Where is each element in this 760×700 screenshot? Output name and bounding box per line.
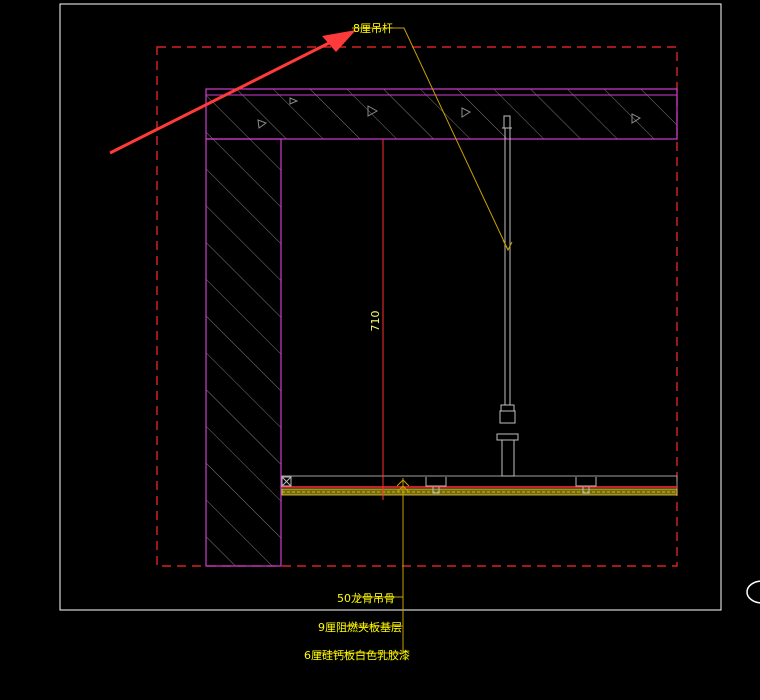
label-gypsum-board: 6厘硅钙板白色乳胶漆 bbox=[304, 648, 410, 662]
hanger-rod bbox=[496, 115, 519, 477]
cursor-marker bbox=[746, 580, 760, 604]
label-hanger-rod: 8厘吊杆 bbox=[353, 21, 393, 35]
concrete-wall bbox=[205, 138, 282, 567]
label-plywood-base: 9厘阻燃夹板基层 bbox=[318, 620, 402, 634]
concrete-slab bbox=[205, 88, 678, 140]
ceiling-board-layers bbox=[281, 475, 678, 496]
height-dimension: 710 bbox=[369, 139, 384, 500]
cad-viewport[interactable]: 710 8厘吊杆 50龙骨吊骨 9厘阻燃夹板基层 6厘硅钙板白色乳胶漆 bbox=[0, 0, 760, 696]
label-keel: 50龙骨吊骨 bbox=[337, 592, 395, 605]
ceiling-section-drawing: 710 8厘吊杆 50龙骨吊骨 9厘阻燃夹板基层 6厘硅钙板白色乳胶漆 bbox=[59, 3, 760, 662]
dimension-label: 710 bbox=[369, 311, 382, 332]
